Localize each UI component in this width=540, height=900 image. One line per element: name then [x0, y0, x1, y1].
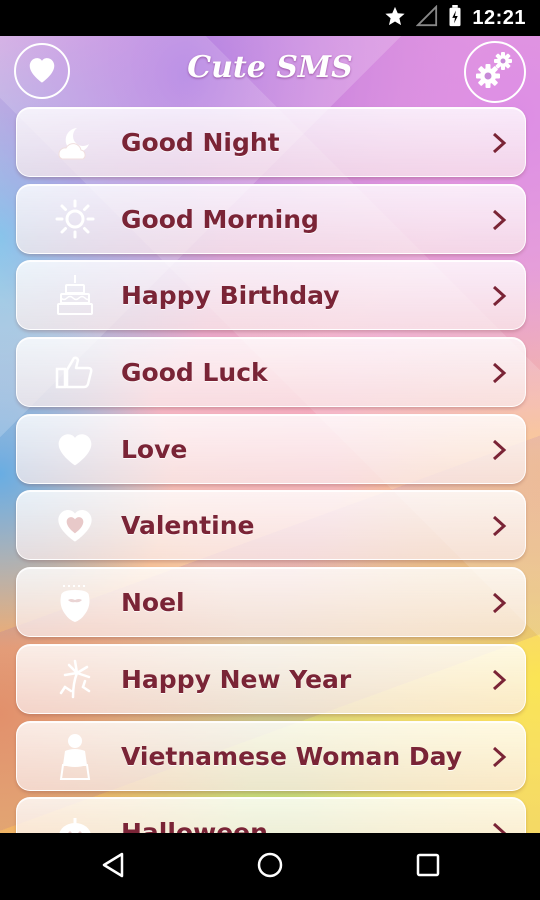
list-item-good-luck[interactable]: Good Luck: [16, 337, 526, 408]
chevron-right-icon: [489, 131, 509, 155]
list-item-good-morning[interactable]: Good Morning: [16, 183, 526, 254]
star-icon: [384, 5, 406, 31]
chevron-right-icon: [489, 208, 509, 232]
list-item-valentine[interactable]: Valentine: [16, 490, 526, 561]
recents-icon: [415, 852, 441, 882]
settings-button[interactable]: [464, 41, 526, 103]
chevron-right-icon: [489, 591, 509, 615]
navigation-bar: [0, 833, 540, 900]
gear-icon: [473, 48, 517, 96]
santa-beard-icon: [55, 582, 95, 623]
list-item-halloween[interactable]: Halloween: [16, 797, 526, 833]
list-item-love[interactable]: Love: [16, 413, 526, 484]
home-icon: [256, 851, 284, 883]
battery-icon: [448, 5, 462, 31]
list-item-happy-birthday[interactable]: Happy Birthday: [16, 260, 526, 331]
chevron-right-icon: [489, 361, 509, 385]
home-button[interactable]: [254, 851, 286, 883]
signal-icon: [415, 4, 438, 31]
status-bar: 12:21: [0, 0, 540, 36]
chevron-right-icon: [489, 821, 509, 833]
item-label: Happy New Year: [121, 664, 352, 694]
item-label: Good Luck: [121, 358, 268, 388]
back-icon: [100, 851, 126, 883]
item-label: Vietnamese Woman Day: [121, 741, 463, 771]
item-label: Good Night: [121, 128, 280, 157]
item-label: Noel: [121, 588, 185, 618]
status-time: 12:21: [472, 6, 526, 29]
app-title: Cute SMS: [187, 50, 353, 85]
chevron-right-icon: [489, 284, 509, 308]
app-header: Cute SMS: [0, 36, 540, 106]
cake-icon: [55, 275, 95, 316]
list-item-vietnamese-woman-day[interactable]: Vietnamese Woman Day: [16, 720, 526, 791]
moon-cloud-icon: [55, 122, 95, 162]
item-label: Happy Birthday: [121, 281, 340, 311]
pumpkin-icon: [55, 812, 95, 833]
woman-ao-dai-icon: [55, 733, 95, 780]
heart-icon: [55, 429, 95, 469]
item-label: Love: [121, 434, 188, 464]
item-label: Halloween: [121, 818, 268, 833]
recents-button[interactable]: [412, 851, 444, 883]
chevron-right-icon: [489, 745, 509, 769]
item-label: Good Morning: [121, 204, 319, 234]
list-item-happy-new-year[interactable]: Happy New Year: [16, 643, 526, 714]
list-item-good-night[interactable]: Good Night: [16, 107, 526, 177]
app-screen: Cute SMS Good Night Good Morning Happy B…: [0, 36, 540, 833]
list-item-noel[interactable]: Noel: [16, 567, 526, 638]
chevron-right-icon: [489, 514, 509, 538]
item-label: Valentine: [121, 511, 255, 541]
back-button[interactable]: [97, 851, 129, 883]
fireworks-icon: [55, 659, 95, 699]
thumbs-up-icon: [55, 352, 95, 392]
sun-icon: [55, 199, 95, 239]
chevron-right-icon: [489, 438, 509, 462]
category-list: Good Night Good Morning Happy Birthday G…: [16, 107, 526, 833]
chevron-right-icon: [489, 668, 509, 692]
valentine-heart-icon: [55, 505, 95, 545]
